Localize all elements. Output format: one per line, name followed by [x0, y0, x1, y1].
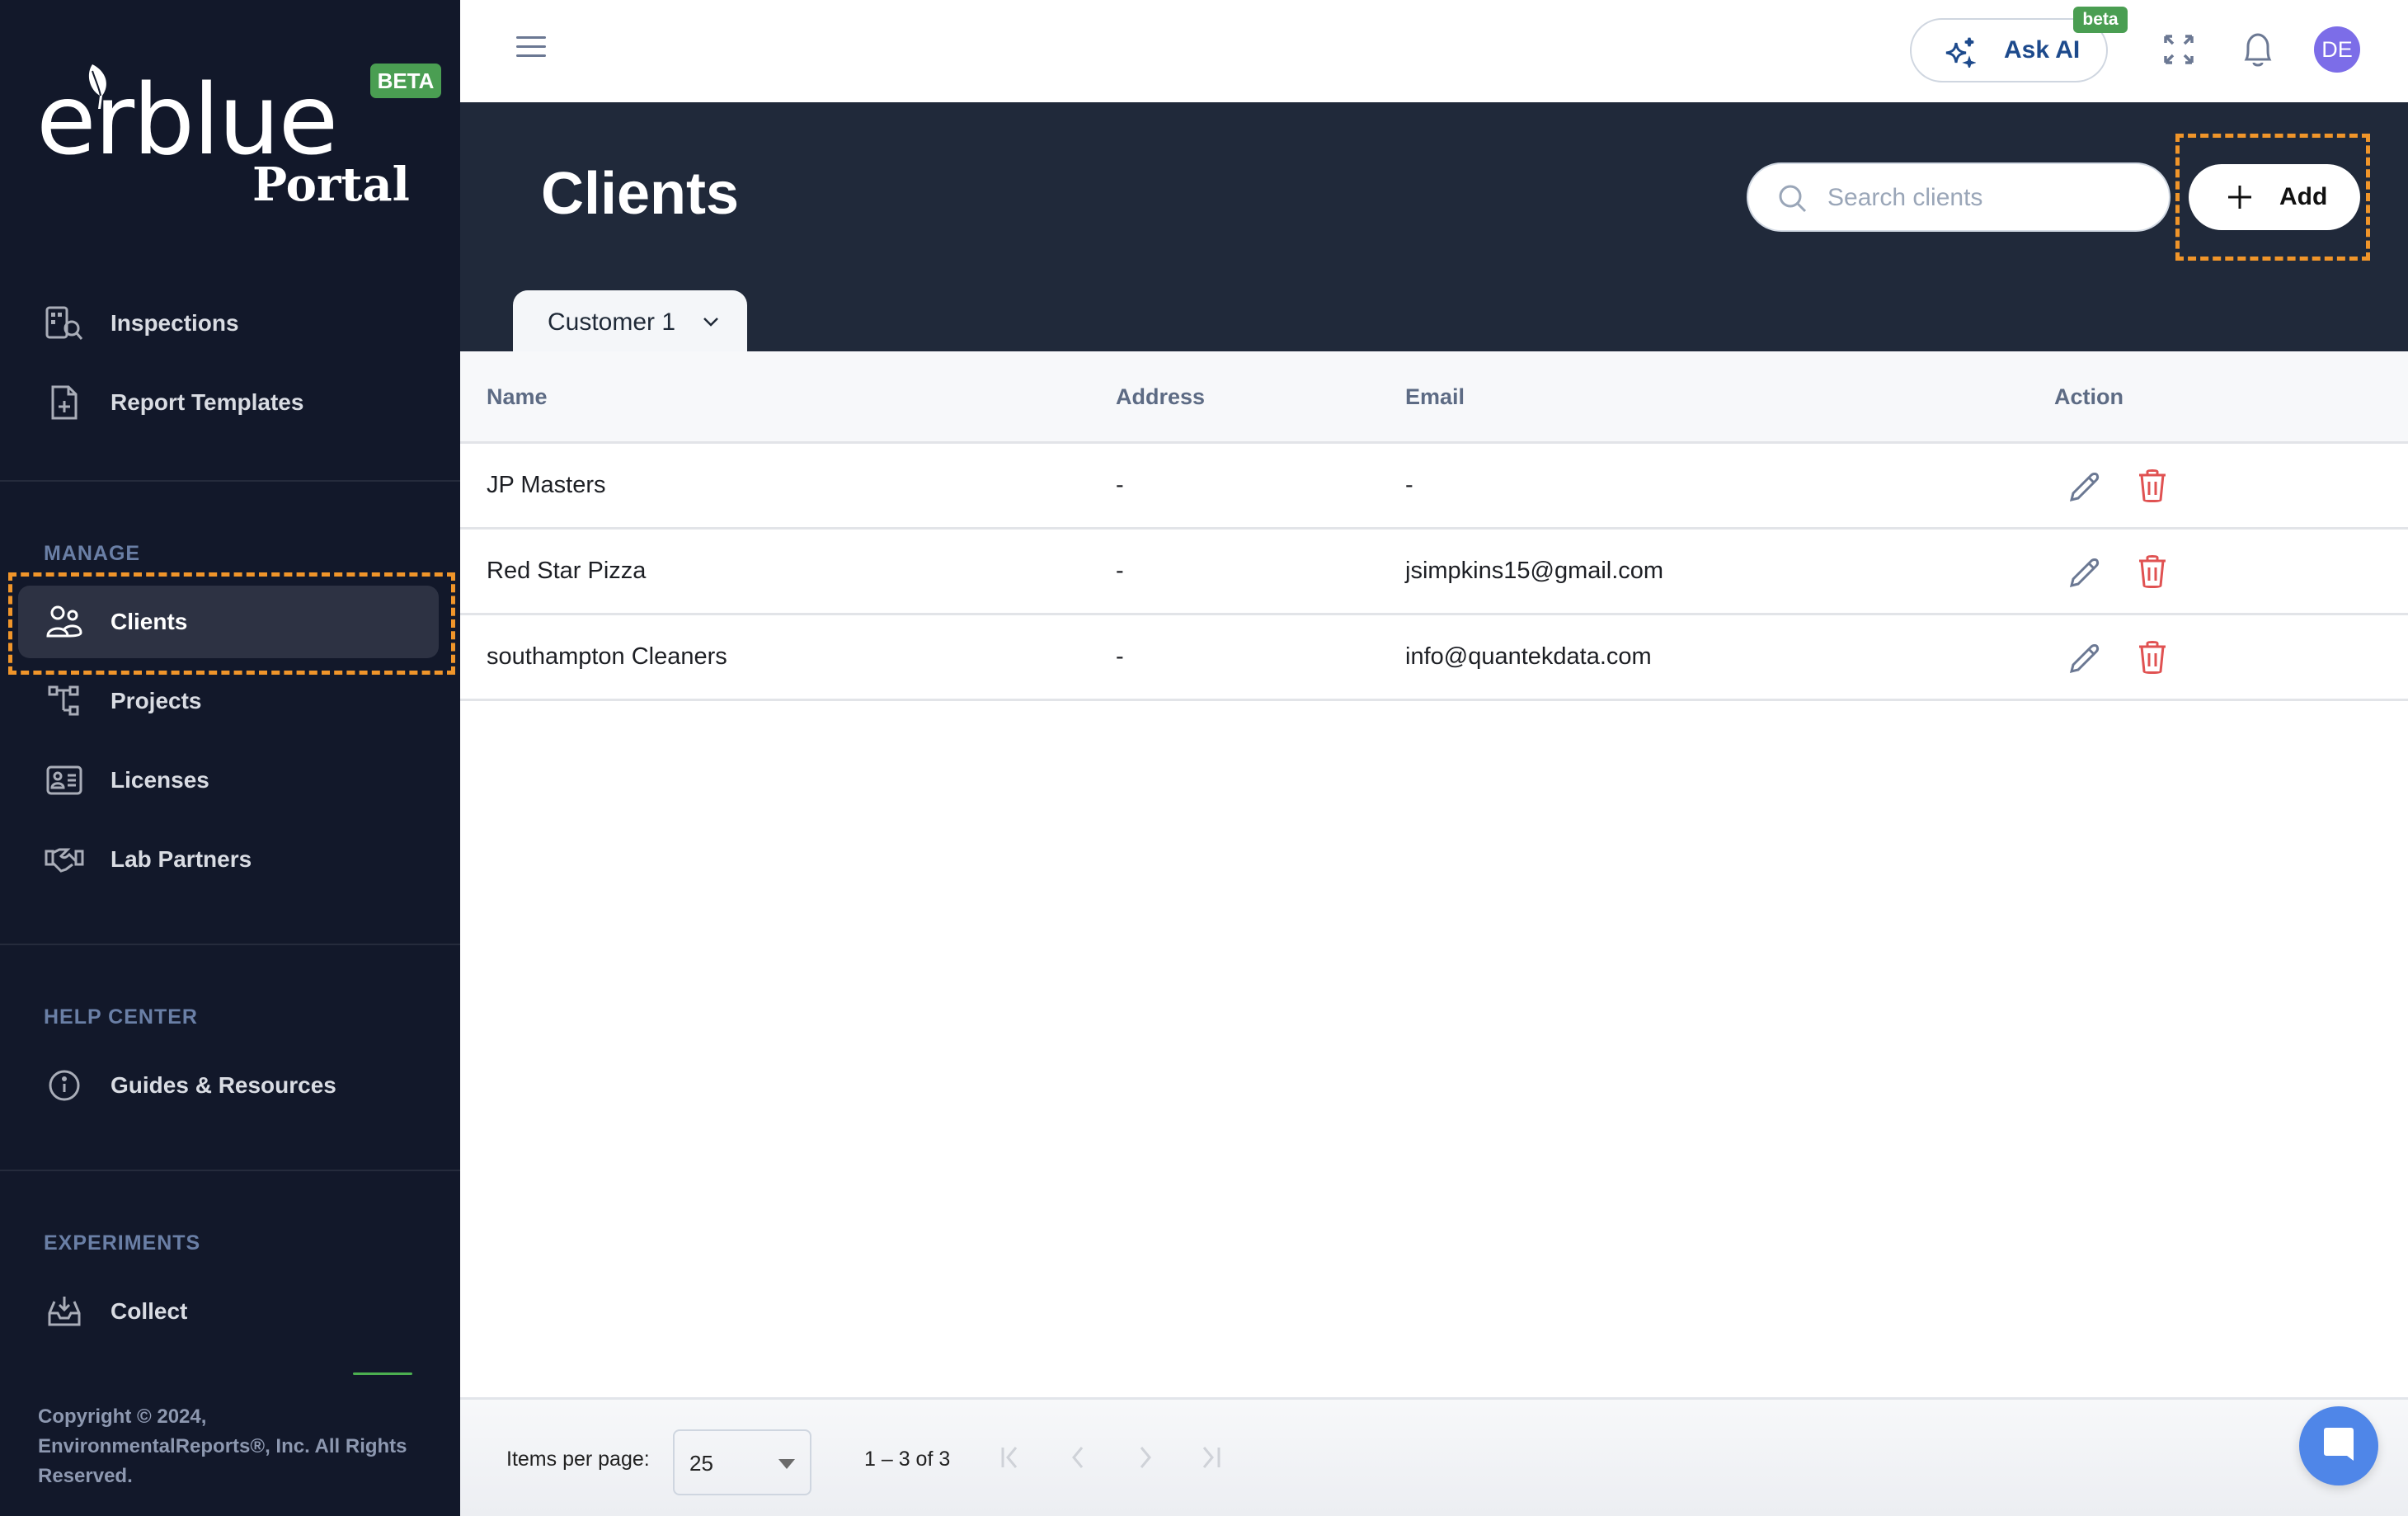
cell-address: -: [1116, 558, 1124, 584]
trash-icon[interactable]: [2138, 554, 2167, 589]
page-range-label: 1 – 3 of 3: [864, 1448, 951, 1471]
last-page-icon[interactable]: [1194, 1443, 1224, 1472]
table-header: Name Address Email Action: [460, 351, 2408, 444]
sidebar-item-label: Guides & Resources: [111, 1072, 336, 1098]
logo[interactable]: erblue Portal BETA: [36, 59, 441, 224]
next-page-icon[interactable]: [1130, 1443, 1159, 1472]
caret-down-icon: [778, 1459, 795, 1469]
ask-ai-beta-badge: beta: [2073, 7, 2128, 33]
tab-label: Customer 1: [548, 308, 676, 336]
search-box[interactable]: [1747, 162, 2170, 232]
sidebar-item-licenses[interactable]: Licenses: [18, 744, 439, 817]
copyright-text: Copyright © 2024, EnvironmentalReports®,…: [38, 1405, 407, 1487]
edit-icon[interactable]: [2068, 556, 2101, 589]
chevron-down-icon: [703, 318, 718, 327]
paginator: Items per page: 25 1 – 3 of 3: [460, 1397, 2408, 1516]
sidebar-divider: [0, 944, 460, 945]
sidebar-item-label: Report Templates: [111, 389, 304, 415]
highlight-add: [2175, 134, 2370, 261]
cell-name: JP Masters: [487, 472, 606, 498]
inbox-download-icon: [45, 1292, 84, 1331]
items-per-page-select[interactable]: 25: [673, 1429, 811, 1495]
file-plus-icon: [45, 383, 84, 422]
cell-address: -: [1116, 643, 1124, 670]
sidebar-item-label: Projects: [111, 688, 202, 713]
trash-icon[interactable]: [2138, 640, 2167, 675]
table-row[interactable]: JP Masters - -: [460, 444, 2408, 530]
chat-support-button[interactable]: [2299, 1406, 2378, 1485]
hamburger-icon-line: [516, 45, 546, 48]
page-header: Clients Add Customer 1: [460, 102, 2408, 353]
fullscreen-icon[interactable]: [2162, 33, 2195, 66]
sparkles-icon: [1945, 37, 1976, 68]
sidebar-item-lab-partners[interactable]: Lab Partners: [18, 823, 439, 896]
table-row[interactable]: southampton Cleaners - info@quantekdata.…: [460, 615, 2408, 701]
user-avatar[interactable]: DE: [2314, 26, 2360, 73]
previous-page-icon[interactable]: [1064, 1443, 1093, 1472]
sidebar-item-label: Inspections: [111, 310, 239, 336]
menu-toggle-button[interactable]: [516, 36, 546, 59]
table-row[interactable]: Red Star Pizza - jsimpkins15@gmail.com: [460, 530, 2408, 615]
column-header-name[interactable]: Name: [487, 384, 548, 410]
sidebar-item-label: Collect: [111, 1298, 188, 1324]
sidebar-divider: [0, 480, 460, 482]
column-header-action: Action: [2054, 384, 2123, 409]
sidebar-item-label: Lab Partners: [111, 846, 252, 872]
topbar: Ask AI beta DE: [460, 0, 2408, 102]
cell-name: southampton Cleaners: [487, 643, 727, 670]
logo-wordmark: erblue: [36, 63, 338, 177]
sidebar-item-collect[interactable]: Collect: [18, 1275, 439, 1348]
sidebar-divider: [0, 1170, 460, 1171]
search-input[interactable]: [1827, 179, 2149, 217]
ask-ai-label: Ask AI: [2004, 36, 2081, 64]
handshake-icon: [45, 840, 84, 879]
info-icon: [45, 1066, 84, 1105]
highlight-clients: [8, 572, 455, 675]
tab-customer-1[interactable]: Customer 1: [513, 290, 747, 353]
cell-email: jsimpkins15@gmail.com: [1405, 558, 1664, 584]
sidebar-item-inspections[interactable]: Inspections: [18, 287, 439, 360]
column-header-email[interactable]: Email: [1405, 384, 1465, 410]
logo-subtitle: Portal: [252, 158, 410, 212]
section-title-help-center: HELP CENTER: [44, 1005, 198, 1029]
sidebar-item-guides-resources[interactable]: Guides & Resources: [18, 1049, 439, 1122]
bell-icon[interactable]: [2240, 30, 2276, 69]
cell-address: -: [1116, 472, 1124, 498]
beta-badge: BETA: [370, 64, 441, 98]
cell-name: Red Star Pizza: [487, 558, 647, 584]
search-icon: [1779, 185, 1807, 213]
items-per-page-value: 25: [689, 1451, 713, 1476]
page-title: Clients: [541, 161, 740, 227]
id-card-icon: [45, 760, 84, 800]
sidebar: erblue Portal BETA Inspections Report Te…: [0, 0, 460, 1516]
column-header-address[interactable]: Address: [1116, 384, 1205, 410]
cell-email: -: [1405, 472, 1413, 498]
first-page-icon[interactable]: [998, 1443, 1028, 1472]
scroll-indicator: [353, 1372, 412, 1375]
app-root: erblue Portal BETA Inspections Report Te…: [0, 0, 2408, 1516]
sidebar-item-label: Licenses: [111, 767, 209, 793]
section-title-experiments: EXPERIMENTS: [44, 1231, 201, 1255]
edit-icon[interactable]: [2068, 642, 2101, 675]
items-per-page-label: Items per page:: [506, 1448, 650, 1471]
edit-icon[interactable]: [2068, 470, 2101, 503]
clients-table: Name Address Email Action JP Masters - -…: [460, 351, 2408, 701]
hierarchy-icon: [45, 681, 84, 721]
hamburger-icon: [516, 36, 546, 39]
hamburger-icon-line: [516, 54, 546, 57]
chat-bubble-icon: [2324, 1428, 2354, 1461]
section-title-manage: MANAGE: [44, 542, 141, 565]
leaf-icon: [88, 64, 106, 109]
building-search-icon: [45, 304, 84, 343]
sidebar-item-projects[interactable]: Projects: [18, 665, 439, 737]
trash-icon[interactable]: [2138, 468, 2167, 503]
cell-email: info@quantekdata.com: [1405, 643, 1652, 670]
sidebar-item-report-templates[interactable]: Report Templates: [18, 366, 439, 439]
